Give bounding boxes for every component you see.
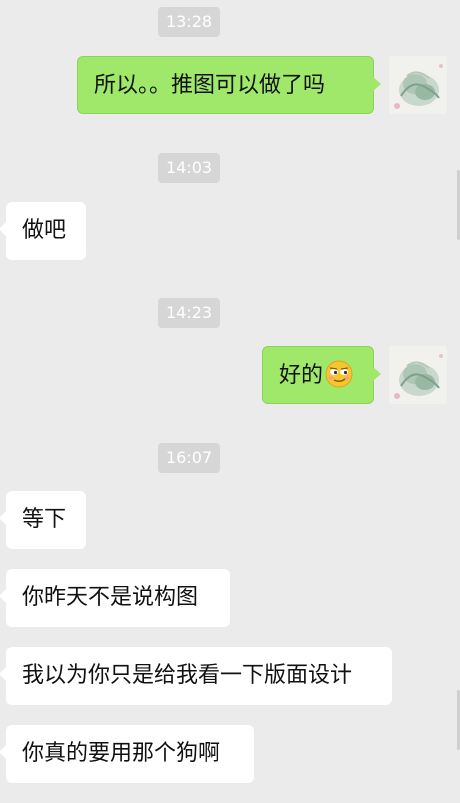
message-text: 所以。。推图可以做了吗 (94, 73, 326, 98)
avatar-image (389, 56, 447, 114)
message-text: 你真的要用那个狗啊 (22, 741, 221, 766)
message-bubble-incoming[interactable]: 等下 (0, 491, 86, 549)
message-text: 做吧 (22, 218, 67, 243)
timestamp: 13:28 (158, 7, 220, 37)
timestamp: 14:23 (158, 298, 220, 328)
message-bubble-incoming[interactable]: 你真的要用那个狗啊 (0, 725, 254, 783)
user-avatar[interactable] (389, 346, 447, 404)
message-bubble-incoming[interactable]: 做吧 (0, 202, 86, 260)
timestamp: 14:03 (158, 153, 220, 183)
message-bubble-incoming[interactable]: 你昨天不是说构图 (0, 569, 230, 627)
smirk-face-icon (325, 360, 353, 388)
avatar-image (389, 346, 447, 404)
message-text: 好的 (279, 363, 324, 388)
timestamp: 16:07 (158, 443, 220, 473)
message-text: 我以为你只是给我看一下版面设计 (22, 663, 353, 688)
user-avatar[interactable] (389, 56, 447, 114)
message-text: 你昨天不是说构图 (22, 585, 199, 610)
message-bubble-incoming[interactable]: 我以为你只是给我看一下版面设计 (0, 647, 392, 705)
message-bubble-outgoing[interactable]: 所以。。推图可以做了吗 (77, 56, 381, 114)
chat-area[interactable]: 13:28 所以。。推图可以做了吗 14:03 做吧 14:23 好的 16:0… (0, 0, 460, 803)
message-bubble-outgoing[interactable]: 好的 (262, 346, 381, 404)
message-text: 等下 (22, 507, 67, 532)
